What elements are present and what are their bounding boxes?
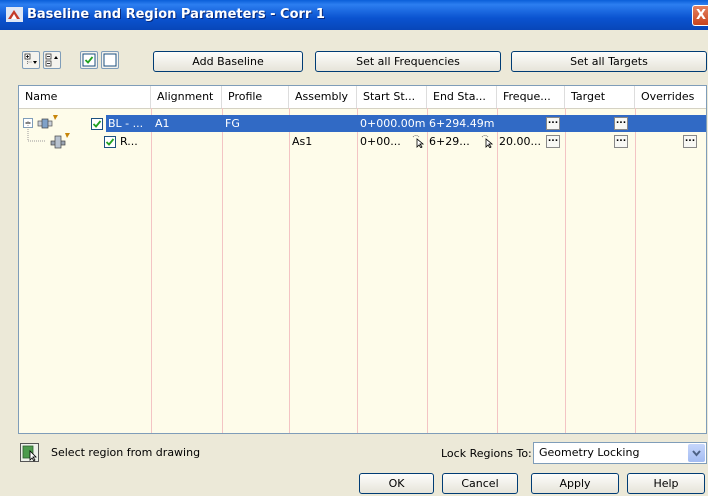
region-frequency[interactable]: 20.00...: [499, 133, 541, 150]
uncheck-all-button[interactable]: [101, 51, 119, 69]
column-header-overrides[interactable]: Overrides: [635, 86, 706, 108]
baseline-frequency-ellipsis-button[interactable]: ...: [546, 117, 560, 130]
table-row-baseline[interactable]: BL - ... A1 FG 0+000.00m 6+294.49m ... .…: [19, 115, 706, 132]
baseline-profile[interactable]: FG: [225, 115, 240, 132]
lock-regions-label: Lock Regions To:: [441, 447, 532, 460]
set-all-targets-button[interactable]: Set all Targets: [511, 51, 707, 72]
table-row-region[interactable]: R... As1 0+00... 6+29... 20.00... ... ..…: [19, 121, 706, 150]
baseline-name: BL - ...: [108, 117, 144, 130]
uncheck-all-icon: [103, 53, 117, 67]
apply-button[interactable]: Apply: [531, 473, 619, 494]
region-name: R...: [120, 135, 138, 148]
ok-button[interactable]: OK: [359, 473, 434, 494]
help-button[interactable]: Help: [627, 473, 705, 494]
baseline-end-station[interactable]: 6+294.49m: [429, 115, 494, 132]
baseline-checkbox[interactable]: [91, 118, 103, 130]
column-header-start-station[interactable]: Start St...: [357, 86, 427, 108]
expand-all-icon: [24, 53, 37, 65]
collapse-all-button[interactable]: [43, 51, 61, 69]
region-icon: [50, 133, 70, 149]
pick-from-drawing-icon[interactable]: [412, 134, 425, 148]
column-header-end-station[interactable]: End Sta...: [427, 86, 497, 108]
column-header-frequency[interactable]: Freque...: [497, 86, 565, 108]
baseline-start-station[interactable]: 0+000.00m: [360, 115, 425, 132]
autocad-civil-icon: [6, 7, 23, 22]
lock-regions-dropdown[interactable]: Geometry Locking: [533, 442, 707, 464]
column-header-alignment[interactable]: Alignment: [151, 86, 222, 108]
region-target-ellipsis-button[interactable]: ...: [614, 135, 628, 148]
column-divider: [635, 108, 636, 433]
lock-regions-value: Geometry Locking: [539, 446, 640, 459]
baseline-target-ellipsis-button[interactable]: ...: [614, 117, 628, 130]
column-divider: [222, 108, 223, 433]
checkmark-icon: [105, 138, 115, 146]
region-overrides-ellipsis-button[interactable]: ...: [683, 135, 697, 148]
column-header-assembly[interactable]: Assembly: [289, 86, 357, 108]
tree-connector: [27, 121, 45, 142]
column-divider: [565, 108, 566, 433]
set-all-frequencies-button[interactable]: Set all Frequencies: [315, 51, 501, 72]
title-bar: Baseline and Region Parameters - Corr 1 …: [0, 0, 708, 30]
column-divider: [289, 108, 290, 433]
column-header-target[interactable]: Target: [565, 86, 635, 108]
pick-from-drawing-icon[interactable]: [481, 134, 494, 148]
column-divider: [497, 108, 498, 433]
column-divider: [151, 108, 152, 433]
chevron-down-icon[interactable]: [688, 444, 705, 462]
check-all-icon: [82, 53, 96, 67]
grid-header: Name Alignment Profile Assembly Start St…: [19, 86, 706, 109]
collapse-all-icon: [45, 53, 58, 67]
region-frequency-ellipsis-button[interactable]: ...: [546, 135, 560, 148]
region-start-station[interactable]: 0+00...: [360, 133, 401, 150]
checkmark-icon: [92, 120, 102, 128]
column-divider: [427, 108, 428, 433]
region-checkbox[interactable]: [104, 136, 116, 148]
region-end-station[interactable]: 6+29...: [429, 133, 470, 150]
baseline-grid[interactable]: Name Alignment Profile Assembly Start St…: [18, 85, 707, 434]
select-region-from-drawing-button[interactable]: [20, 443, 39, 462]
expand-all-button[interactable]: [22, 51, 40, 69]
select-region-label: Select region from drawing: [51, 446, 201, 459]
baseline-alignment[interactable]: A1: [155, 115, 170, 132]
column-header-name[interactable]: Name: [19, 86, 151, 108]
region-assembly[interactable]: As1: [292, 133, 312, 150]
close-button[interactable]: X: [692, 5, 708, 26]
add-baseline-button[interactable]: Add Baseline: [153, 51, 303, 72]
column-header-profile[interactable]: Profile: [222, 86, 289, 108]
window-title: Baseline and Region Parameters - Corr 1: [27, 7, 325, 22]
check-all-button[interactable]: [80, 51, 98, 69]
cancel-button[interactable]: Cancel: [442, 473, 518, 494]
column-divider: [357, 108, 358, 433]
